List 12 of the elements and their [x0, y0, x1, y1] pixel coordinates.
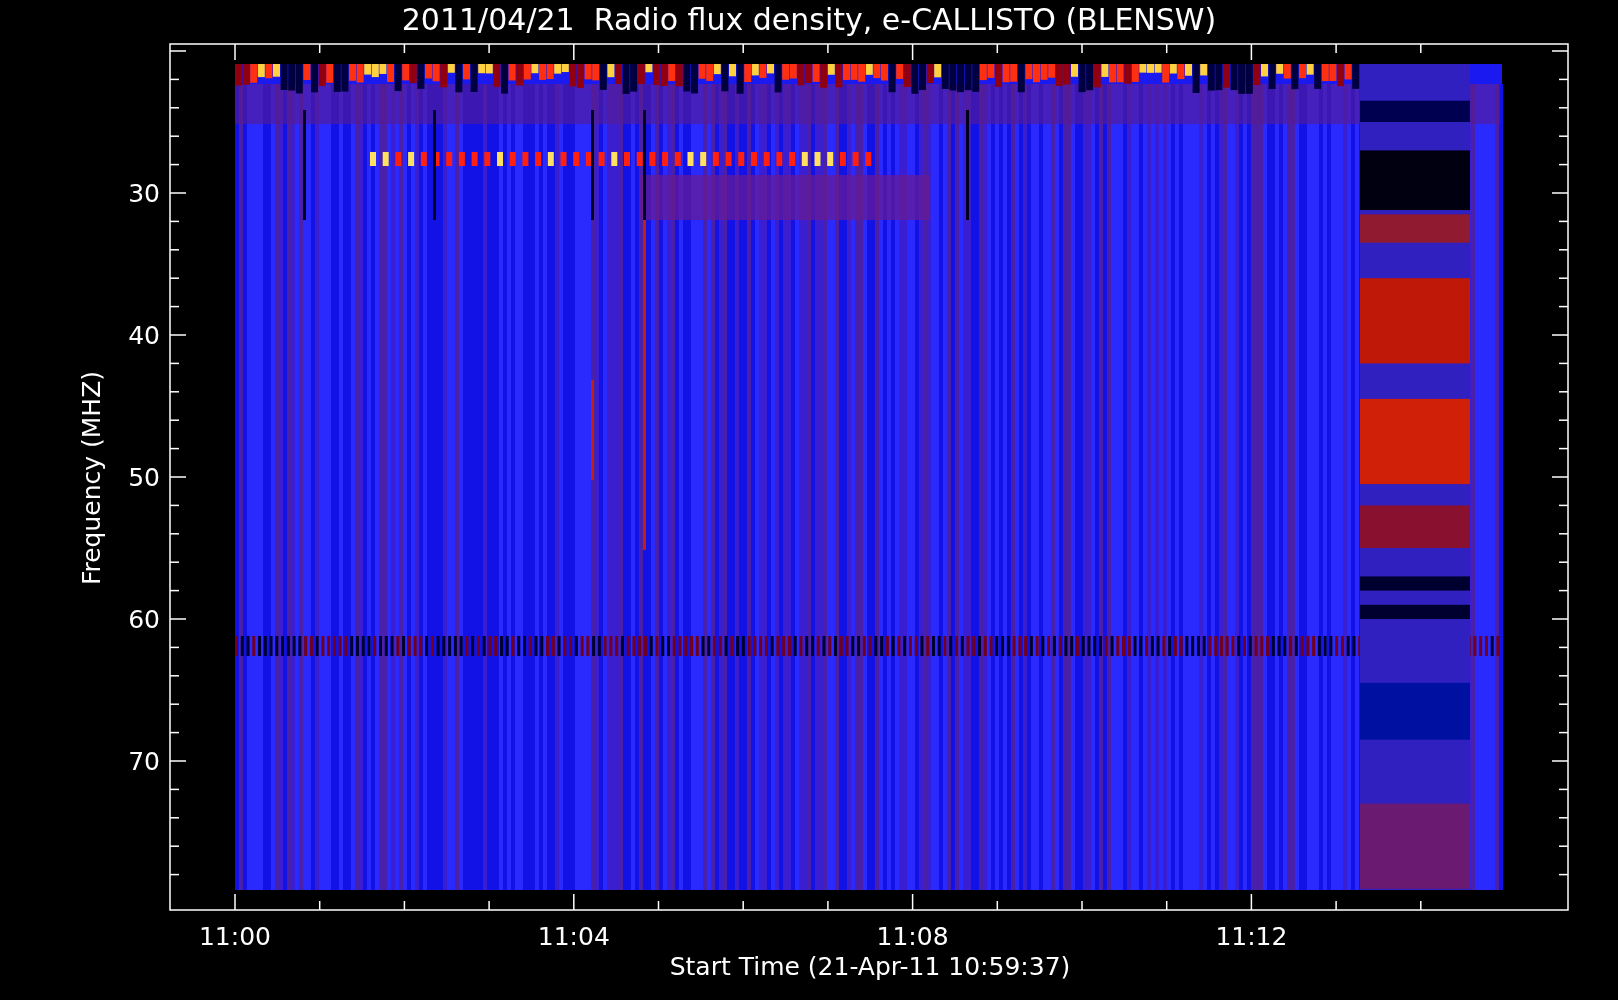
y-axis-label: Frequency (MHZ)	[77, 370, 106, 586]
y-tick-label: 40	[128, 321, 160, 350]
y-tick-label: 60	[128, 605, 160, 634]
y-tick-label: 50	[128, 463, 160, 492]
chart-title: 2011/04/21 Radio flux density, e-CALLISTO (BLENSW)	[401, 2, 1217, 37]
x-tick-label: 11:00	[199, 922, 271, 951]
y-tick-label: 30	[128, 179, 160, 208]
y-tick-label: 70	[128, 747, 160, 776]
x-tick-label: 11:08	[876, 922, 949, 951]
x-axis-label: Start Time (21-Apr-11 10:59:37)	[669, 952, 1071, 981]
x-tick-label: 11:12	[1215, 922, 1288, 951]
x-tick-label: 11:04	[537, 922, 610, 951]
